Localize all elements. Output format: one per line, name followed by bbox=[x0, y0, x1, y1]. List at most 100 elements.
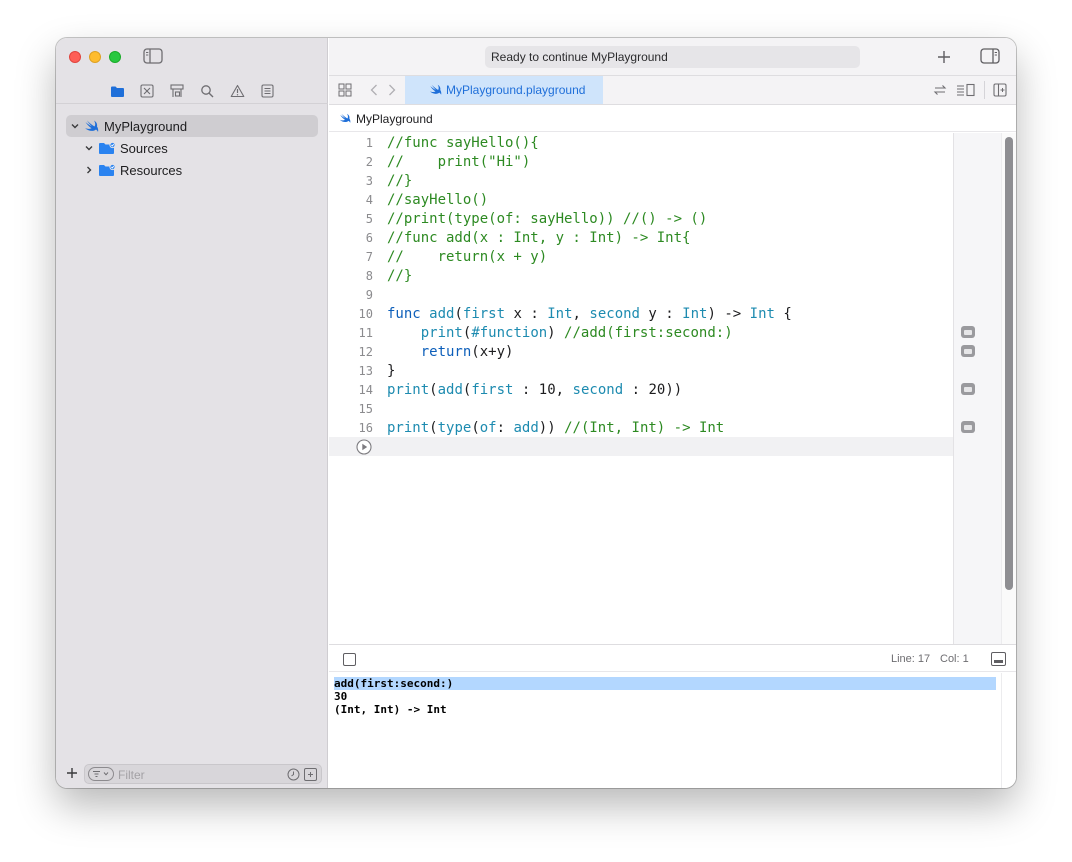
code-text: } bbox=[387, 363, 396, 379]
code-line[interactable]: 6 //func add(x : Int, y : Int) -> Int{ bbox=[329, 229, 953, 248]
editor-scrollbar[interactable] bbox=[1001, 133, 1016, 644]
library-plus-icon[interactable] bbox=[937, 50, 951, 64]
chevron-right-icon[interactable] bbox=[82, 163, 96, 177]
source-control-navigator-icon[interactable] bbox=[138, 82, 156, 100]
report-navigator-list-icon[interactable] bbox=[258, 82, 276, 100]
jump-bar-path[interactable]: MyPlayground bbox=[356, 112, 433, 126]
line-number: 1 bbox=[365, 136, 373, 150]
line-number: 10 bbox=[358, 307, 373, 321]
code-text: return(x+y) bbox=[420, 344, 514, 360]
run-play-icon[interactable] bbox=[356, 439, 372, 455]
project-navigator-folder-icon[interactable] bbox=[108, 82, 126, 100]
line-number: 14 bbox=[358, 383, 373, 397]
back-chevron-icon[interactable] bbox=[369, 83, 379, 97]
code-text: print(#function) //add(first:second:) bbox=[420, 325, 733, 341]
code-line[interactable]: 16 print(type(of: add)) //(Int, Int) -> I… bbox=[329, 419, 953, 438]
line-number: 15 bbox=[358, 402, 373, 416]
issue-navigator-warning-icon[interactable] bbox=[228, 82, 246, 100]
current-line-highlight bbox=[329, 437, 953, 456]
tree-item-resources[interactable]: Resources bbox=[82, 159, 182, 181]
swift-icon bbox=[84, 120, 99, 133]
jump-bar[interactable]: MyPlayground bbox=[329, 106, 1016, 132]
stop-square-icon[interactable] bbox=[343, 653, 356, 666]
code-line[interactable]: 13} bbox=[329, 362, 953, 381]
add-plus-icon[interactable] bbox=[66, 767, 78, 779]
code-text: //} bbox=[387, 268, 413, 284]
editor-area: Ready to continue MyPlayground MyPlaygro… bbox=[329, 38, 1016, 788]
source-control-filter-icon[interactable] bbox=[304, 768, 317, 781]
close-window-button[interactable] bbox=[69, 51, 81, 63]
console-line: (Int, Int) -> Int bbox=[334, 703, 447, 716]
code-line[interactable]: 14 print(add(first : 10, second : 20)) bbox=[329, 381, 953, 400]
navigator-selector-bar bbox=[56, 78, 328, 104]
code-text: // return(x + y) bbox=[387, 249, 548, 265]
folder-icon bbox=[98, 163, 116, 177]
code-line[interactable]: 11 print(#function) //add(first:second:) bbox=[329, 324, 953, 343]
console-output[interactable]: add(first:second:) 30 (Int, Int) -> Int bbox=[329, 673, 1001, 788]
line-number: 13 bbox=[358, 364, 373, 378]
code-text: print(add(first : 10, second : 20)) bbox=[387, 382, 683, 398]
swap-arrows-icon[interactable] bbox=[933, 83, 947, 97]
zoom-window-button[interactable] bbox=[109, 51, 121, 63]
debug-bar: Line: 17 Col: 1 bbox=[329, 644, 1016, 672]
code-editor[interactable]: 1 //func sayHello(){ 2 // print("Hi") 3 //} 4 /… bbox=[329, 133, 953, 644]
quick-look-result-icon[interactable] bbox=[961, 421, 975, 433]
line-number: 7 bbox=[365, 250, 373, 264]
code-line[interactable]: 9 bbox=[329, 286, 953, 305]
code-line[interactable]: 15 bbox=[329, 400, 953, 419]
navigator-filter-bar: Filter bbox=[56, 762, 328, 788]
toggle-console-icon[interactable] bbox=[991, 652, 1006, 666]
code-line[interactable]: 3 //} bbox=[329, 172, 953, 191]
code-text: func add(first x : Int, second y : Int) … bbox=[387, 306, 792, 322]
forward-chevron-icon[interactable] bbox=[387, 83, 397, 97]
filter-placeholder: Filter bbox=[118, 768, 145, 782]
line-number: 9 bbox=[365, 288, 373, 302]
editor-options-icon[interactable] bbox=[956, 83, 976, 97]
minimize-window-button[interactable] bbox=[89, 51, 101, 63]
filter-field[interactable]: Filter bbox=[84, 764, 322, 784]
line-number: 5 bbox=[365, 212, 373, 226]
code-line[interactable]: 5 //print(type(of: sayHello)) //() -> () bbox=[329, 210, 953, 229]
split-editor-icon[interactable] bbox=[993, 83, 1007, 97]
console-line: 30 bbox=[334, 690, 348, 703]
tree-item-sources[interactable]: Sources bbox=[82, 137, 168, 159]
code-line[interactable]: 4 //sayHello() bbox=[329, 191, 953, 210]
quick-look-result-icon[interactable] bbox=[961, 326, 975, 338]
console-scrollbar[interactable] bbox=[1001, 673, 1016, 788]
recent-files-clock-icon[interactable] bbox=[287, 768, 300, 781]
inspector-toggle-icon[interactable] bbox=[980, 48, 1000, 64]
code-line[interactable]: 8 //} bbox=[329, 267, 953, 286]
code-line[interactable]: 1 //func sayHello(){ bbox=[329, 134, 953, 153]
code-line[interactable]: 12 return(x+y) bbox=[329, 343, 953, 362]
tab-myplayground[interactable]: MyPlayground.playground bbox=[405, 76, 603, 104]
scroll-thumb[interactable] bbox=[1005, 137, 1013, 590]
sidebar-toggle-icon[interactable] bbox=[143, 48, 163, 64]
code-text: //sayHello() bbox=[387, 192, 489, 208]
navigator-sidebar: MyPlayground Sources Resources Filter bbox=[56, 38, 328, 788]
code-line[interactable]: 10 func add(first x : Int, second y : Int… bbox=[329, 305, 953, 324]
tree-item-myplayground[interactable]: MyPlayground bbox=[66, 115, 318, 137]
symbol-navigator-icon[interactable] bbox=[168, 82, 186, 100]
line-number: 2 bbox=[365, 155, 373, 169]
line-number: 12 bbox=[358, 345, 373, 359]
quick-look-result-icon[interactable] bbox=[961, 383, 975, 395]
chevron-down-icon[interactable] bbox=[82, 141, 96, 155]
tree-item-label: MyPlayground bbox=[104, 118, 188, 134]
code-text: //} bbox=[387, 173, 413, 189]
tab-bar: MyPlayground.playground bbox=[329, 76, 1016, 105]
code-text: // print("Hi") bbox=[387, 154, 531, 170]
code-line[interactable]: 2 // print("Hi") bbox=[329, 153, 953, 172]
filter-options-icon[interactable] bbox=[88, 767, 114, 781]
chevron-down-icon[interactable] bbox=[68, 119, 82, 133]
xcode-window: MyPlayground Sources Resources Filter Re… bbox=[56, 38, 1016, 788]
code-line[interactable]: 7 // return(x + y) bbox=[329, 248, 953, 267]
activity-status: Ready to continue MyPlayground bbox=[485, 46, 860, 68]
code-text: //func add(x : Int, y : Int) -> Int{ bbox=[387, 230, 691, 246]
related-items-grid-icon[interactable] bbox=[338, 83, 352, 97]
line-number: 3 bbox=[365, 174, 373, 188]
quick-look-result-icon[interactable] bbox=[961, 345, 975, 357]
console-line: add(first:second:) bbox=[334, 677, 996, 690]
line-number: 4 bbox=[365, 193, 373, 207]
divider bbox=[984, 81, 985, 99]
find-navigator-search-icon[interactable] bbox=[198, 82, 216, 100]
